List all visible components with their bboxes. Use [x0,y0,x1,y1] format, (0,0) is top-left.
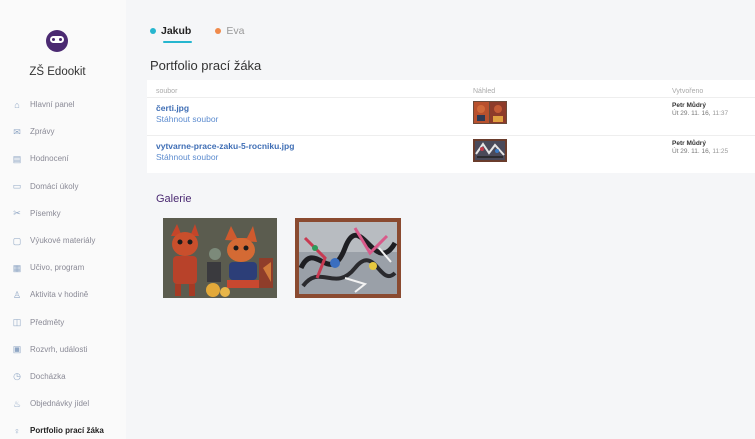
curriculum-icon: ▦ [12,262,22,273]
portfolio-icon: ♀ [13,425,21,436]
column-header-created: Vytvořeno [672,88,704,95]
sidebar-item-portfolio[interactable]: ♀ Portfolio prací žáka [0,417,126,439]
sidebar-item-label: Zprávy [30,127,55,137]
sidebar-item-label: Aktivita v hodině [30,290,89,300]
gallery-title: Galerie [156,193,192,205]
sidebar-item-label: Portfolio prací žáka [30,426,104,436]
file-name-link[interactable]: vytvarne-prace-zaku-5-rocniku.jpg [156,141,294,151]
sidebar-item-objednavky-jidel[interactable]: ♨ Objednávky jídel [0,390,126,417]
sidebar-item-dochazka[interactable]: ◷ Docházka [0,363,126,390]
created-date: Út 29. 11. 16, 11:37 [672,110,728,117]
sidebar-item-label: Docházka [30,371,66,381]
column-header-preview: Náhled [473,88,496,95]
date-text: Út 29. 11. 16, [672,148,711,155]
gallery-image-vytvarne-prace[interactable] [295,218,401,298]
tab-label: Jakub [161,25,192,37]
sidebar-item-label: Hodnocení [30,154,69,164]
table-row: vytvarne-prace-zaku-5-rocniku.jpg Stáhno… [147,135,755,173]
sidebar-item-label: Domácí úkoly [30,181,79,191]
student-color-dot [150,28,156,34]
calendar-icon: ▣ [12,344,22,355]
sidebar-item-predmety[interactable]: ◫ Předměty [0,309,126,336]
table-row: čerti.jpg Stáhnout soubor Petr Můdrý Út … [147,97,755,135]
sidebar-item-hodnoceni[interactable]: ▤ Hodnocení [0,145,126,172]
student-color-dot [215,28,222,34]
sidebar-item-label: Objednávky jídel [30,399,90,409]
tab-label: Eva [226,25,245,37]
sidebar-item-hlavni-panel[interactable]: ⌂ Hlavní panel [0,91,126,118]
main-content: Jakub Eva Portfolio prací žáka soubor Ná… [126,0,755,439]
file-name-link[interactable]: čerti.jpg [156,103,189,113]
sidebar-item-vyukove-materialy[interactable]: ▢ Výukové materiály [0,227,126,254]
sidebar-item-label: Učivo, program [30,263,85,273]
subjects-icon: ◫ [12,317,22,328]
portfolio-table: soubor Náhled Vytvořeno čerti.jpg Stáhno… [147,80,755,173]
sidebar-nav: ⌂ Hlavní panel ✉ Zprávy ▤ Hodnocení ▭ Domácí… [0,91,126,439]
edookit-logo-icon [46,30,68,52]
sidebar-item-label: Výukové materiály [30,236,96,246]
activity-icon: ♙ [12,289,22,300]
tab-eva[interactable]: Eva [215,25,244,41]
school-name: ZŠ Edookit [29,66,86,78]
sidebar-item-aktivita-v-hodine[interactable]: ♙ Aktivita v hodině [0,281,126,308]
tab-jakub[interactable]: Jakub [150,25,193,43]
sidebar: ZŠ Edookit ⌂ Hlavní panel ✉ Zprávy ▤ Hodnoc… [0,0,126,439]
author-name: Petr Můdrý [672,102,706,109]
attendance-icon: ◷ [13,371,21,382]
sidebar-item-domaci-ukoly[interactable]: ▭ Domácí úkoly [0,173,126,200]
preview-thumbnail[interactable] [473,101,507,124]
gallery-image-certi[interactable] [163,218,277,298]
messages-icon: ✉ [13,126,21,137]
sidebar-item-label: Rozvrh, události [30,344,88,354]
date-text: Út 29. 11. 16, [672,110,711,117]
preview-thumbnail[interactable] [473,139,507,162]
time-text: 11:25 [712,148,729,155]
sidebar-item-label: Písemky [30,208,61,218]
created-date: Út 29. 11. 16, 11:25 [672,148,728,155]
download-link[interactable]: Stáhnout soubor [156,114,218,124]
sidebar-item-pisemky[interactable]: ✂ Písemky [0,200,126,227]
home-icon: ⌂ [14,99,20,110]
materials-icon: ▢ [12,235,22,246]
column-header-file: soubor [156,88,178,95]
sidebar-item-label: Hlavní panel [30,100,75,110]
homework-icon: ▭ [12,181,22,192]
grades-icon: ▤ [12,153,22,164]
time-text: 11:37 [712,110,729,117]
sidebar-item-zpravy[interactable]: ✉ Zprávy [0,118,126,145]
student-tabs: Jakub Eva [150,25,268,43]
page-title: Portfolio prací žáka [150,58,262,73]
author-name: Petr Můdrý [672,140,706,147]
sidebar-item-label: Předměty [30,317,65,327]
meals-icon: ♨ [12,398,22,409]
sidebar-item-ucivo-program[interactable]: ▦ Učivo, program [0,254,126,281]
tests-icon: ✂ [13,208,21,219]
download-link[interactable]: Stáhnout soubor [156,152,218,162]
sidebar-item-rozvrh-udalosti[interactable]: ▣ Rozvrh, události [0,336,126,363]
